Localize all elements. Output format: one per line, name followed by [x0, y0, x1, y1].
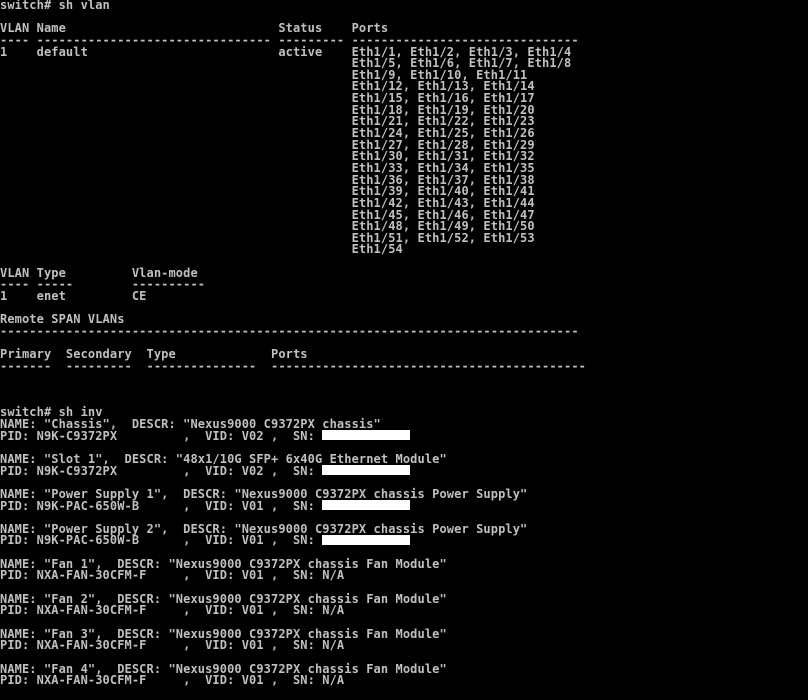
terminal-window[interactable]: switch# sh vlan VLAN Name Status Ports ---… [0, 0, 808, 700]
terminal-line: ------- --------- --------------- ------… [0, 358, 808, 373]
terminal-line-text: PID: NXA-FAN-30CFM-F , VID: V01 , SN: N/… [0, 638, 345, 653]
redacted-serial-bar [322, 465, 411, 476]
terminal-line-text: PID: N9K-PAC-650W-B , VID: V01 , SN: [0, 498, 323, 513]
terminal-line-text: PID: N9K-C9372PX , VID: V02 , SN: [0, 463, 323, 478]
terminal-line: PID: NXA-FAN-30CFM-F , VID: V01 , SN: N/… [0, 673, 808, 688]
terminal-line-text: PID: N9K-C9372PX , VID: V02 , SN: [0, 428, 323, 443]
terminal-line: switch# sh vlan [0, 0, 808, 12]
terminal-line: PID: N9K-C9372PX , VID: V02 , SN: [0, 428, 808, 443]
redacted-serial-bar [322, 500, 411, 511]
terminal-line-text: 1 enet CE [0, 289, 147, 304]
terminal-line-text: Eth1/54 [0, 242, 403, 257]
terminal-line-text: ------- --------- --------------- ------… [0, 358, 586, 373]
terminal-line: ----------------------------------------… [0, 323, 808, 338]
terminal-line-text: ----------------------------------------… [0, 323, 579, 338]
terminal-line: PID: NXA-FAN-30CFM-F , VID: V01 , SN: N/… [0, 603, 808, 618]
terminal-line-text: PID: NXA-FAN-30CFM-F , VID: V01 , SN: N/… [0, 603, 345, 618]
redacted-serial-bar [322, 534, 411, 545]
terminal-line-text: PID: NXA-FAN-30CFM-F , VID: V01 , SN: N/… [0, 673, 345, 688]
terminal-line: PID: NXA-FAN-30CFM-F , VID: V01 , SN: N/… [0, 568, 808, 583]
terminal-line: 1 enet CE [0, 289, 808, 304]
terminal-line-text: PID: N9K-PAC-650W-B , VID: V01 , SN: [0, 533, 323, 548]
redacted-serial-bar [322, 430, 411, 441]
terminal-line: PID: N9K-PAC-650W-B , VID: V01 , SN: [0, 498, 808, 513]
terminal-line-text: PID: NXA-FAN-30CFM-F , VID: V01 , SN: N/… [0, 568, 345, 583]
terminal-line: Eth1/54 [0, 242, 808, 257]
terminal-line: PID: NXA-FAN-30CFM-F , VID: V01 , SN: N/… [0, 638, 808, 653]
terminal-line: PID: N9K-C9372PX , VID: V02 , SN: [0, 463, 808, 478]
terminal-line: PID: N9K-PAC-650W-B , VID: V01 , SN: [0, 533, 808, 548]
terminal-line-text: switch# sh vlan [0, 0, 110, 12]
